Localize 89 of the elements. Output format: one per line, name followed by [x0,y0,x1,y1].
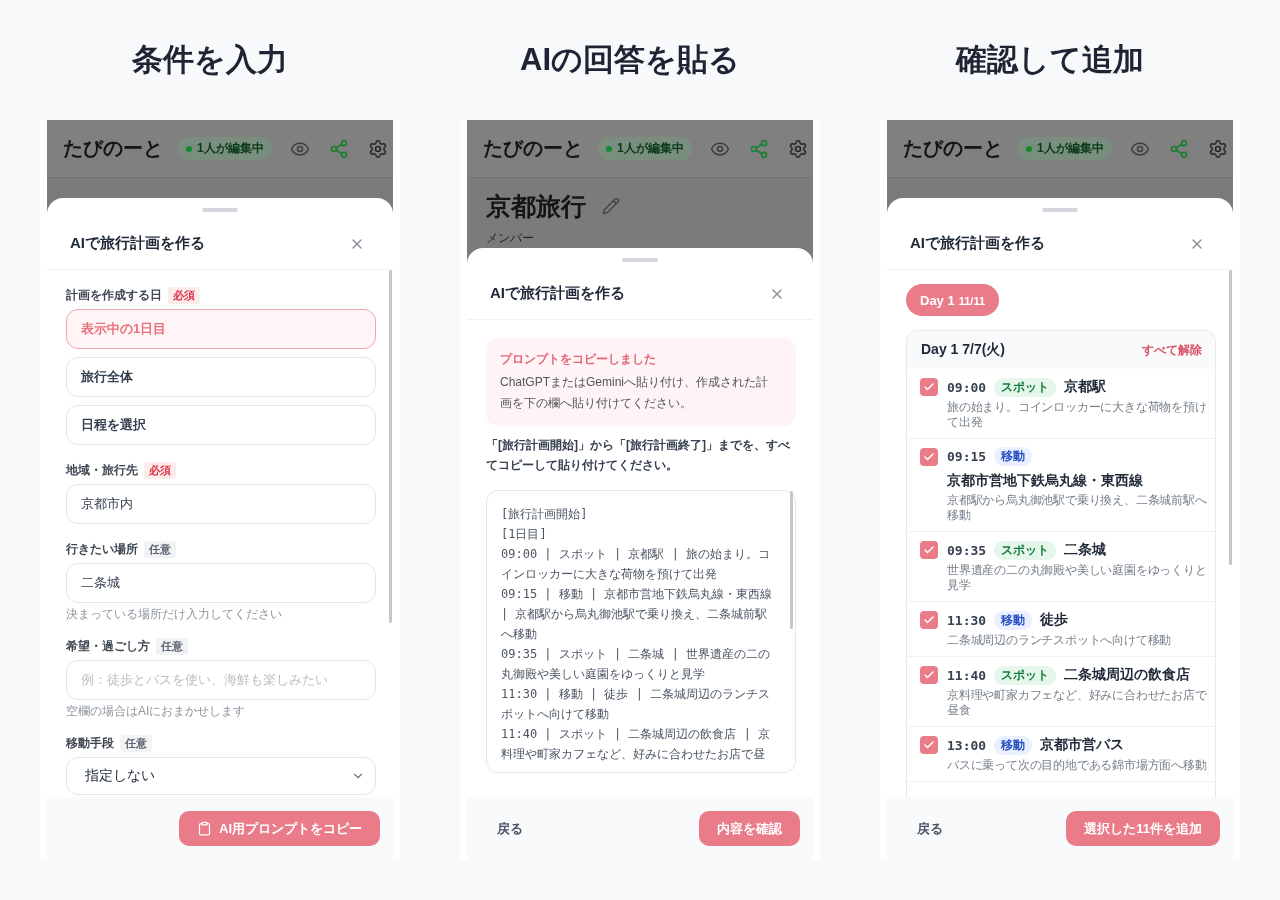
status-dot-icon [1026,145,1032,152]
app-logo: たびのーと [903,136,1003,161]
scrollbar-thumb[interactable] [389,270,392,624]
text-field[interactable]: 二条城 [66,563,376,603]
drag-handle[interactable] [1042,208,1078,212]
field-label: 行きたい場所 [66,540,138,558]
select-field[interactable]: 指定しない [66,757,376,795]
step-heading: 確認して追加 [956,41,1144,79]
step-heading: 条件を入力 [132,41,288,79]
place-name: 二条城周辺の飲食店 [1064,666,1191,684]
checkbox[interactable] [920,448,938,466]
category-tag: スポット [994,540,1057,560]
answer-textarea[interactable]: [旅行計画開始] [1日目] 09:00 | スポット | 京都駅 | 旅の始まり。コインロッカーに大きな荷物を預けて出発 09:15 | 移動 | 京都市営地下鉄烏丸線・東西線 | 京都駅から烏丸御池駅で乗り換え、二条城前駅へ移動 09:35 | スポット | 二条城 | 世界遺産の二の丸御殿や美しい庭園をゆっくりと見学 11:30 | 移動 | 徒歩 | 二条城周辺のランチスポットへ向けて移動 11:40 | スポット | 二条城周辺の飲食店 | 京料理や町家カフェなど、好みに合わせたお店で昼 [486,490,796,773]
place-name: 二条城 [1064,541,1107,559]
checkbox[interactable] [920,736,938,754]
app-logo: たびのーと [63,136,163,161]
field-label: 希望・過ごし方 [66,637,150,655]
sheet-title: AIで旅行計画を作る [910,234,1045,253]
optional-tag: 任意 [120,734,152,752]
status-dot-icon [606,145,612,152]
item-time: 09:35 [947,542,987,558]
settings-icon[interactable] [367,138,388,159]
check-icon [923,544,935,556]
checkbox[interactable] [920,378,938,396]
optional-tag: 任意 [144,540,176,558]
field-hint: 決まっている場所だけ入力してください [66,607,282,621]
item-description: バスに乗って次の目的地である錦市場方面へ移動 [947,758,1208,773]
drag-handle[interactable] [202,208,238,212]
back-button[interactable]: 戻る [906,811,954,846]
clipboard-icon [197,821,212,836]
editing-status-text: 1人が編集中 [1037,140,1104,157]
app-logo: たびのーと [483,136,583,161]
settings-icon[interactable] [787,138,808,159]
day-title: Day 1 7/7(火) [921,341,1006,359]
required-tag: 必須 [144,461,176,479]
check-icon [923,739,935,751]
required-tag: 必須 [168,286,200,304]
category-tag: スポット [994,377,1057,397]
item-time: 09:00 [947,379,987,395]
category-tag: 移動 [994,610,1033,630]
checkbox[interactable] [920,666,938,684]
item-description: 世界遺産の二の丸御殿や美しい庭園をゆっくりと見学 [947,563,1208,593]
field-label: 地域・旅行先 [66,461,138,479]
sheet-title: AIで旅行計画を作る [70,234,205,253]
item-time: 11:40 [947,667,987,683]
text-field[interactable]: 京都市内 [66,484,376,524]
category-tag: 移動 [994,447,1033,466]
pencil-icon[interactable] [602,197,620,215]
place-name: 京都市営バス [1040,736,1125,754]
field-hint: 空欄の場合はAIにおまかせします [66,704,246,718]
item-description: 二条城周辺のランチスポットへ向けて移動 [947,633,1173,648]
settings-icon[interactable] [1207,138,1228,159]
back-button[interactable]: 戻る [486,811,534,846]
check-icon [923,381,935,393]
trip-title: 京都旅行 [486,191,586,222]
notice-text: ChatGPTまたはGeminiへ貼り付け、作成された計画を下の欄へ貼り付けてください。 [500,374,770,412]
members-label: メンバー [486,230,534,246]
status-dot-icon [186,145,192,152]
scrollbar-thumb[interactable] [1229,270,1232,566]
scrollbar-thumb[interactable] [790,491,793,629]
item-description: 京料理や町家カフェなど、好みに合わせたお店で昼食 [947,688,1208,718]
instruction-text: 「[旅行計画開始]」から「[旅行計画終了]」までを、すべてコピーして貼り付けてください。 [486,437,791,474]
editing-status-text: 1人が編集中 [617,140,684,157]
place-name: 京都市営地下鉄烏丸線・東西線 [947,472,1143,490]
plan-scope-option[interactable]: 日程を選択 [66,405,376,445]
check-icon [923,451,935,463]
item-description: 京都駅から烏丸御池駅で乗り換え、二条城前駅へ移動 [947,493,1208,523]
category-tag: スポット [994,665,1057,685]
sheet-title: AIで旅行計画を作る [490,284,625,303]
item-time: 11:30 [947,612,987,628]
plan-scope-option[interactable]: 旅行全体 [66,357,376,397]
checkbox[interactable] [920,541,938,559]
drag-handle[interactable] [622,258,658,262]
check-icon [923,669,935,681]
optional-tag: 任意 [156,637,188,655]
editing-status-text: 1人が編集中 [197,140,264,157]
check-icon [923,614,935,626]
field-label: 計画を作成する日 [66,286,162,304]
place-name: 京都駅 [1064,378,1107,396]
step-heading: AIの回答を貼る [520,41,740,79]
field-label: 移動手段 [66,734,114,752]
checkbox[interactable] [920,611,938,629]
place-name: 徒歩 [1040,611,1069,629]
category-tag: 移動 [994,735,1033,755]
deselect-all-link[interactable]: すべて解除 [1142,341,1202,359]
item-time: 13:00 [947,737,987,753]
item-time: 09:15 [947,449,987,464]
notice-title: プロンプトをコピーしました [500,351,657,368]
item-description: 旅の始まり。コインロッカーに大きな荷物を預けて出発 [947,400,1208,430]
